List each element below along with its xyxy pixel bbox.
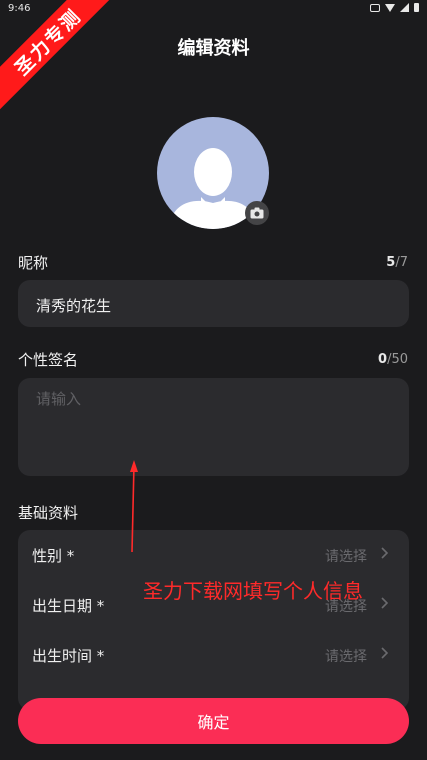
nickname-label: 昵称 xyxy=(18,254,49,272)
nickname-count-current: 5 xyxy=(386,255,396,270)
signature-count-current: 0 xyxy=(378,352,388,367)
system-icons xyxy=(370,3,419,12)
wifi-icon xyxy=(385,3,395,12)
signature-count-max: /50 xyxy=(387,352,408,367)
birth-time-value: 请选择 xyxy=(325,649,367,665)
confirm-button[interactable]: 确定 xyxy=(18,698,409,744)
annotation-text: 圣力下载网填写个人信息 xyxy=(143,579,363,603)
annotation-arrow xyxy=(130,460,138,553)
nickname-counter: 5/7 xyxy=(386,255,408,270)
nickname-field[interactable]: 清秀的花生 xyxy=(18,280,409,327)
birth-time-row[interactable]: 出生时间 * 请选择 xyxy=(18,630,409,680)
gender-row[interactable]: 性别 * 请选择 xyxy=(18,530,409,580)
chevron-right-icon xyxy=(381,597,389,609)
chevron-right-icon xyxy=(381,547,389,559)
signal-icon xyxy=(400,3,409,12)
birth-date-label: 出生日期 * xyxy=(32,597,105,615)
avatar-upload[interactable] xyxy=(157,117,269,229)
nickname-count-max: /7 xyxy=(395,255,408,270)
camera-icon[interactable] xyxy=(245,201,269,225)
signature-field[interactable] xyxy=(18,378,409,476)
signature-counter: 0/50 xyxy=(378,352,408,367)
gender-label: 性别 * xyxy=(32,547,75,565)
vibrate-icon xyxy=(370,3,380,12)
basic-info-label: 基础资料 xyxy=(18,504,79,522)
status-time: 9:46 xyxy=(8,3,31,14)
gender-value: 请选择 xyxy=(325,549,367,565)
nickname-value[interactable]: 清秀的花生 xyxy=(36,295,111,316)
chevron-right-icon xyxy=(381,647,389,659)
birth-time-label: 出生时间 * xyxy=(32,647,105,665)
signature-label: 个性签名 xyxy=(18,351,79,369)
signature-input[interactable] xyxy=(18,378,409,476)
basic-info-card: 性别 * 请选择 出生日期 * 请选择 出生时间 * 请选择 xyxy=(18,530,409,710)
battery-icon xyxy=(414,3,419,12)
